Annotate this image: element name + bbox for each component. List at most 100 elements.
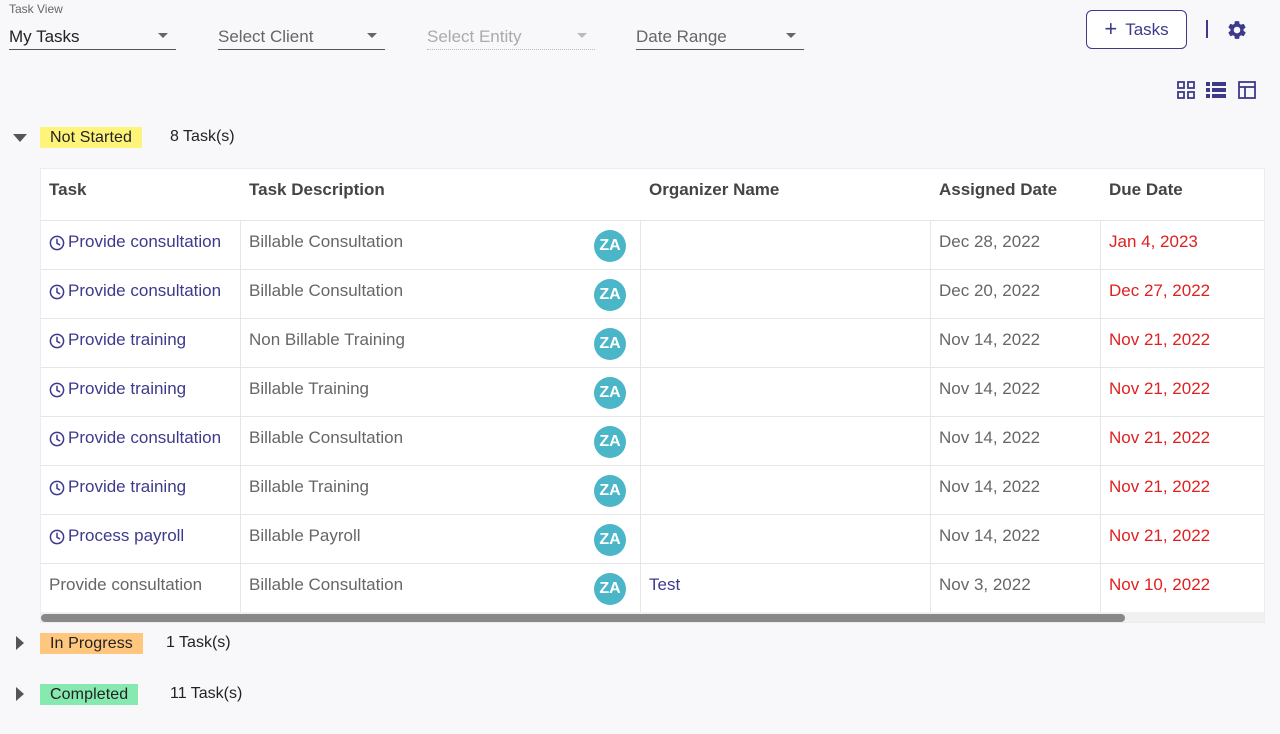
chevron-down-icon xyxy=(577,33,587,38)
task-description: Billable Consultation xyxy=(249,575,404,594)
task-link[interactable]: Provide consultation xyxy=(49,232,221,252)
chevron-down-icon xyxy=(367,33,377,38)
table-row[interactable]: Provide training Billable Training ZA Nov 1… xyxy=(41,368,1264,417)
table-header: Task Task Description Organizer Name Ass… xyxy=(41,169,1264,221)
task-view-label: Task View xyxy=(9,2,63,16)
task-name: Provide training xyxy=(68,330,187,349)
assigned-date: Nov 14, 2022 xyxy=(939,379,1041,398)
avatar[interactable]: ZA xyxy=(594,377,626,409)
task-name: Provide consultation xyxy=(68,428,222,447)
column-header-due-date[interactable]: Due Date xyxy=(1109,180,1183,200)
assigned-date: Nov 14, 2022 xyxy=(939,526,1041,545)
grid-view-icon[interactable] xyxy=(1176,80,1196,100)
column-header-assigned-date[interactable]: Assigned Date xyxy=(939,180,1057,200)
task-view-select[interactable]: Task View My Tasks xyxy=(9,0,176,52)
task-link[interactable]: Provide training xyxy=(49,379,186,399)
add-tasks-label: Tasks xyxy=(1125,19,1169,39)
due-date: Nov 21, 2022 xyxy=(1109,379,1211,398)
avatar[interactable]: ZA xyxy=(594,426,626,458)
organizer-name[interactable]: Test xyxy=(649,575,680,595)
task-link[interactable]: Provide training xyxy=(49,477,186,497)
avatar[interactable]: ZA xyxy=(594,230,626,262)
entity-placeholder: Select Entity xyxy=(427,26,522,46)
task-count: 11 Task(s) xyxy=(170,685,243,702)
task-count: 1 Task(s) xyxy=(166,634,231,651)
task-name: Provide training xyxy=(68,379,187,398)
clock-icon xyxy=(49,235,65,251)
table-row[interactable]: Provide consultation Billable Consultatio… xyxy=(41,221,1264,270)
avatar[interactable]: ZA xyxy=(594,573,626,605)
assigned-date: Dec 20, 2022 xyxy=(939,281,1041,300)
caret-right-icon[interactable] xyxy=(15,636,25,650)
caret-right-icon[interactable] xyxy=(15,687,25,701)
task-description: Billable Consultation xyxy=(249,428,404,447)
horizontal-scrollbar[interactable] xyxy=(41,612,1264,622)
group-not-started: Not Started 8 Task(s) xyxy=(0,124,300,150)
clock-icon xyxy=(49,529,65,545)
task-description: Billable Payroll xyxy=(249,526,361,545)
client-placeholder: Select Client xyxy=(218,26,314,46)
task-description: Billable Training xyxy=(249,379,370,398)
column-header-task[interactable]: Task xyxy=(49,180,87,200)
chevron-down-icon xyxy=(786,33,796,38)
task-link[interactable]: Provide consultation xyxy=(49,281,221,301)
date-range-placeholder: Date Range xyxy=(636,26,727,46)
column-header-description[interactable]: Task Description xyxy=(249,180,385,200)
column-header-organizer[interactable]: Organizer Name xyxy=(649,180,779,200)
clock-icon xyxy=(49,284,65,300)
table-row[interactable]: Provide consultation Billable Consultatio… xyxy=(41,417,1264,466)
task-description: Billable Consultation xyxy=(249,232,404,251)
clock-icon xyxy=(49,382,65,398)
assigned-date: Nov 3, 2022 xyxy=(939,575,1031,594)
task-description: Non Billable Training xyxy=(249,330,405,349)
group-in-progress: In Progress 1 Task(s) xyxy=(0,630,300,656)
task-view-value: My Tasks xyxy=(9,26,80,46)
gear-icon[interactable] xyxy=(1226,19,1248,41)
client-select[interactable]: Select Client xyxy=(218,0,385,52)
task-name: Provide consultation xyxy=(68,281,222,300)
due-date: Nov 21, 2022 xyxy=(1109,526,1211,545)
table-row[interactable]: Process payroll Billable Payroll ZA Nov 14,… xyxy=(41,515,1264,564)
table-row[interactable]: Provide consultation Billable Consultatio… xyxy=(41,564,1264,613)
caret-down-icon[interactable] xyxy=(13,133,27,143)
assigned-date: Nov 14, 2022 xyxy=(939,330,1041,349)
task-name: Provide training xyxy=(68,477,187,496)
group-completed: Completed 11 Task(s) xyxy=(0,681,300,707)
avatar[interactable]: ZA xyxy=(594,279,626,311)
assigned-date: Nov 14, 2022 xyxy=(939,428,1041,447)
plus-icon: + xyxy=(1104,15,1118,41)
due-date: Nov 21, 2022 xyxy=(1109,330,1211,349)
table-row[interactable]: Provide training Billable Training ZA Nov 1… xyxy=(41,466,1264,515)
due-date: Jan 4, 2023 xyxy=(1109,232,1198,251)
table-row[interactable]: Provide training Non Billable Training ZA N… xyxy=(41,319,1264,368)
clock-icon xyxy=(49,480,65,496)
avatar[interactable]: ZA xyxy=(594,328,626,360)
clock-icon xyxy=(49,333,65,349)
assigned-date: Nov 14, 2022 xyxy=(939,477,1041,496)
task-link[interactable]: Provide training xyxy=(49,330,186,350)
due-date: Dec 27, 2022 xyxy=(1109,281,1211,300)
due-date: Nov 10, 2022 xyxy=(1109,575,1211,594)
clock-icon xyxy=(49,431,65,447)
task-link[interactable]: Process payroll xyxy=(49,526,184,546)
list-view-icon[interactable] xyxy=(1205,80,1227,100)
table-row[interactable]: Provide consultation Billable Consultatio… xyxy=(41,270,1264,319)
due-date: Nov 21, 2022 xyxy=(1109,428,1211,447)
entity-select: Select Entity xyxy=(427,0,595,52)
date-range-select[interactable]: Date Range xyxy=(636,0,804,52)
status-badge: Completed xyxy=(40,684,139,705)
avatar[interactable]: ZA xyxy=(594,524,626,556)
toolbar-separator xyxy=(1206,20,1208,38)
status-badge: In Progress xyxy=(40,633,143,654)
task-name: Provide consultation xyxy=(49,575,203,594)
task-name: Process payroll xyxy=(68,526,185,545)
task-count: 8 Task(s) xyxy=(170,128,235,145)
add-tasks-button[interactable]: + Tasks xyxy=(1086,10,1187,49)
tasks-table: Task Task Description Organizer Name Ass… xyxy=(40,168,1265,623)
avatar[interactable]: ZA xyxy=(594,475,626,507)
task-link[interactable]: Provide consultation xyxy=(49,428,221,448)
scrollbar-thumb[interactable] xyxy=(41,614,1125,622)
table-view-icon[interactable] xyxy=(1237,80,1257,100)
due-date: Nov 21, 2022 xyxy=(1109,477,1211,496)
task-description: Billable Training xyxy=(249,477,370,496)
